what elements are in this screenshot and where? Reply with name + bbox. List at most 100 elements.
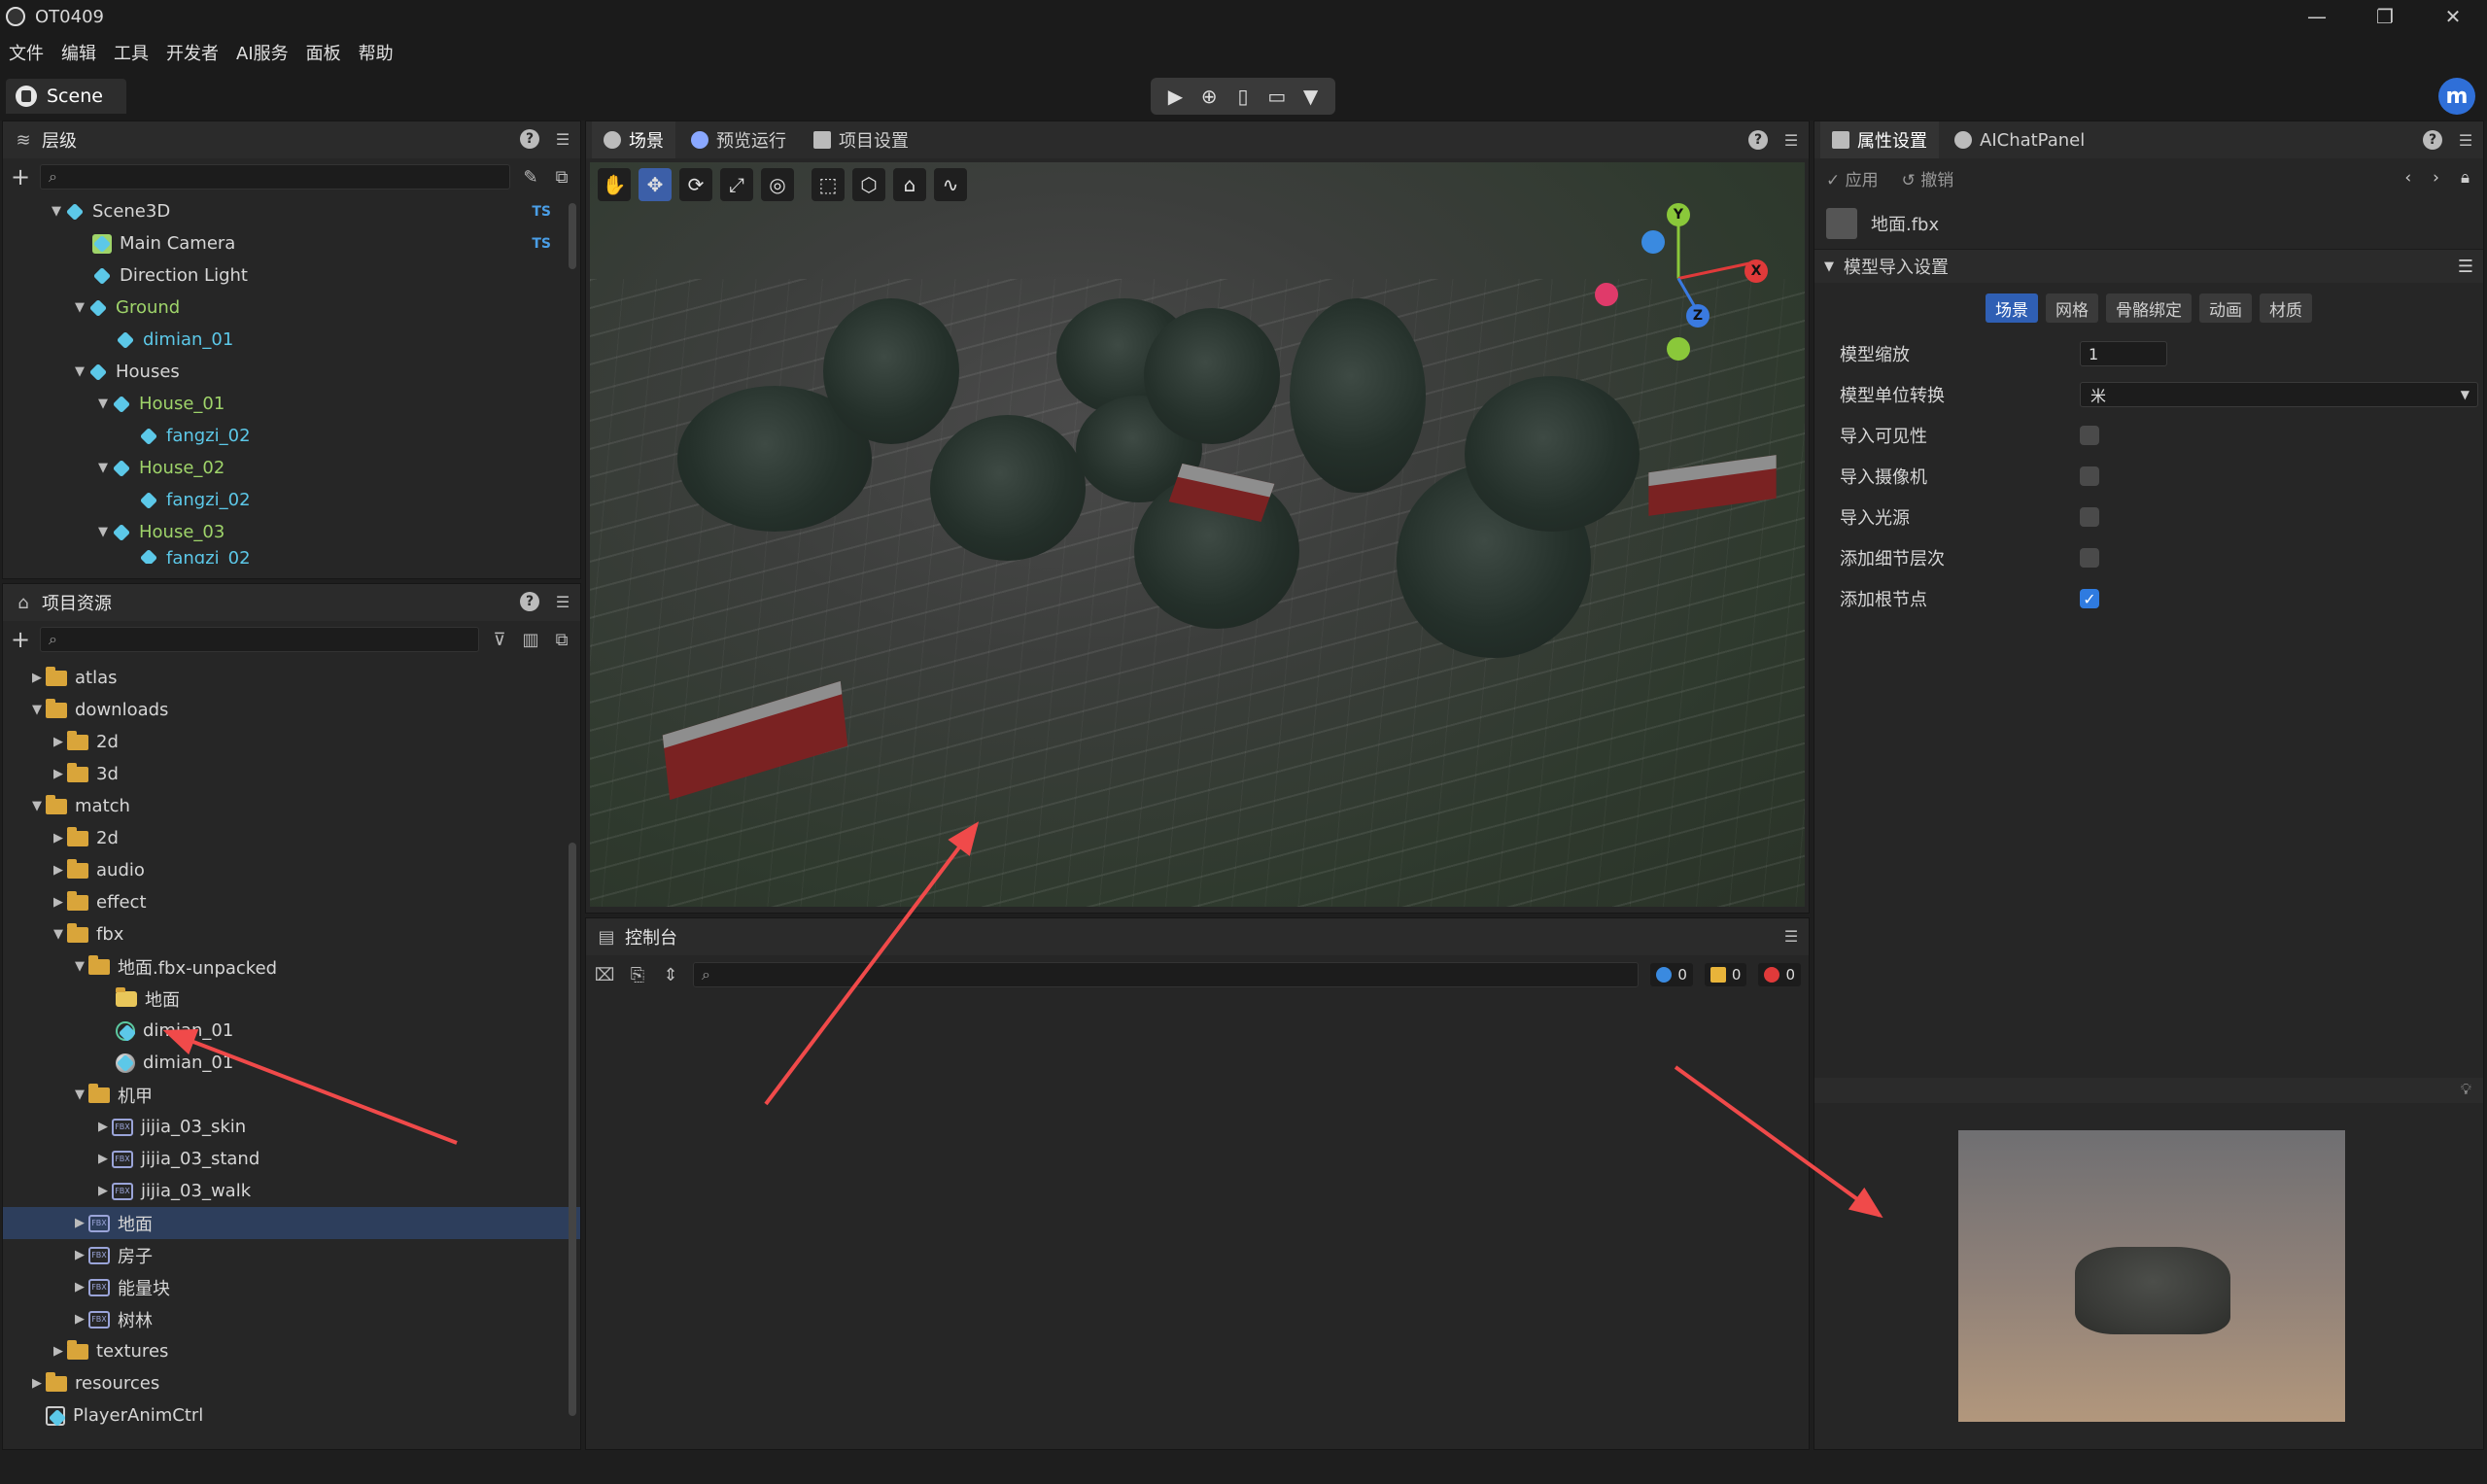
menu-developer[interactable]: 开发者 <box>157 40 227 65</box>
chevron-down-icon[interactable]: ▼ <box>94 397 112 411</box>
subtab-scene[interactable]: 场景 <box>1986 293 2038 323</box>
chevron-down-icon[interactable]: ▼ <box>1296 82 1326 111</box>
chevron-down-icon[interactable]: ▼ <box>28 703 46 717</box>
asset-folder-downloads[interactable]: ▼ downloads <box>3 694 580 726</box>
perspective-cube-icon[interactable]: ⬡ <box>852 168 885 201</box>
add-asset-button[interactable]: + <box>11 626 30 653</box>
asset-fbx-jijia-stand[interactable]: ▶ FBX jijia_03_stand <box>3 1143 580 1175</box>
help-icon[interactable]: ? <box>520 592 539 611</box>
menu-tools[interactable]: 工具 <box>105 40 157 65</box>
copy-icon[interactable]: ⎘ <box>627 964 648 985</box>
tree-node-direction-light[interactable]: Direction Light <box>3 259 580 292</box>
import-camera-checkbox[interactable] <box>2080 466 2099 486</box>
gizmo-y-axis[interactable]: Y <box>1667 203 1690 226</box>
menu-help[interactable]: 帮助 <box>350 40 402 65</box>
chevron-right-icon[interactable]: ▶ <box>28 1376 46 1391</box>
error-count-badge[interactable]: 0 <box>1758 963 1801 986</box>
local-space-icon[interactable]: ⬚ <box>812 168 845 201</box>
tree-node-house-01[interactable]: ▼ House_01 <box>3 388 580 420</box>
asset-fbx-forest[interactable]: ▶ FBX 树林 <box>3 1303 580 1335</box>
gizmo-z-axis[interactable]: Z <box>1686 304 1710 328</box>
split-view-icon[interactable]: ▥ <box>520 629 541 650</box>
gizmo-neg-z[interactable] <box>1641 230 1665 254</box>
model-preview[interactable] <box>1958 1130 2345 1422</box>
apply-button[interactable]: ✓ 应用 <box>1826 166 1879 190</box>
tree-node-main-camera[interactable]: Main Camera TS <box>3 227 580 259</box>
chevron-down-icon[interactable]: ▼ <box>50 927 67 942</box>
asset-folder-2d[interactable]: ▶ 2d <box>3 822 580 854</box>
rotate-icon[interactable]: ⟳ <box>679 168 712 201</box>
lock-icon[interactable]: 🔒︎ <box>2461 168 2470 188</box>
hierarchy-scrollbar[interactable] <box>569 203 576 269</box>
subtab-mesh[interactable]: 网格 <box>2046 293 2098 323</box>
asset-fbx-dimian-selected[interactable]: ▶ FBX 地面 <box>3 1207 580 1239</box>
play-icon[interactable]: ▶ <box>1160 82 1190 111</box>
tree-node-houses[interactable]: ▼ Houses <box>3 356 580 388</box>
chevron-right-icon[interactable]: ▶ <box>71 1248 88 1262</box>
chevron-right-icon[interactable]: ▶ <box>50 895 67 910</box>
maximize-button[interactable]: ❐ <box>2351 0 2419 33</box>
lightbulb-icon[interactable]: 💡︎ <box>2461 1080 2471 1099</box>
asset-fbx-jijia-walk[interactable]: ▶ FBX jijia_03_walk <box>3 1175 580 1207</box>
tree-node-fangzi[interactable]: fangzi_02 <box>3 548 580 564</box>
chevron-down-icon[interactable]: ▼ <box>71 959 88 974</box>
menu-icon[interactable]: ☰ <box>2458 257 2473 277</box>
chevron-right-icon[interactable]: ▶ <box>71 1216 88 1230</box>
import-light-checkbox[interactable] <box>2080 507 2099 527</box>
menu-panel[interactable]: 面板 <box>297 40 350 65</box>
menu-ai-service[interactable]: AI服务 <box>227 40 297 65</box>
chevron-right-icon[interactable]: ▶ <box>94 1184 112 1198</box>
tab-properties[interactable]: 属性设置 <box>1820 121 1939 158</box>
chevron-right-icon[interactable]: ▶ <box>50 735 67 749</box>
chevron-down-icon[interactable]: ▼ <box>94 461 112 475</box>
chevron-right-icon[interactable]: ▶ <box>50 831 67 846</box>
chevron-right-icon[interactable]: ▶ <box>50 767 67 781</box>
subtab-material[interactable]: 材质 <box>2260 293 2312 323</box>
chevron-right-icon[interactable]: ▶ <box>50 863 67 878</box>
asset-folder-effect[interactable]: ▶ effect <box>3 886 580 918</box>
asset-folder-textures[interactable]: ▶ textures <box>3 1335 580 1367</box>
gizmo-neg-y[interactable] <box>1667 337 1690 361</box>
chevron-down-icon[interactable]: ▼ <box>48 204 65 219</box>
chevron-right-icon[interactable]: ▶ <box>71 1312 88 1327</box>
subtab-rig[interactable]: 骨骼绑定 <box>2106 293 2192 323</box>
asset-folder-3d[interactable]: ▶ 3d <box>3 758 580 790</box>
chevron-right-icon[interactable]: › <box>2433 168 2439 188</box>
gizmo-x-axis[interactable]: X <box>1744 259 1768 283</box>
tab-project-settings[interactable]: 项目设置 <box>802 121 920 158</box>
tree-node-fangzi[interactable]: fangzi_02 <box>3 484 580 516</box>
collapse-icon[interactable]: ⧉ <box>551 629 572 650</box>
collapse-icon[interactable]: ⧉ <box>551 166 572 188</box>
hand-icon[interactable]: ✋ <box>598 168 631 201</box>
tree-node-scene3d[interactable]: ▼ Scene3D TS <box>3 195 580 227</box>
chevron-right-icon[interactable]: ▶ <box>50 1344 67 1359</box>
tab-preview[interactable]: 预览运行 <box>679 121 798 158</box>
tree-node-house-02[interactable]: ▼ House_02 <box>3 452 580 484</box>
asset-fbx-energy[interactable]: ▶ FBX 能量块 <box>3 1271 580 1303</box>
axis-gizmo[interactable]: Y X Z <box>1581 201 1776 366</box>
wrench-icon[interactable]: ✎ <box>520 166 541 188</box>
mobile-icon[interactable]: ▯ <box>1228 82 1258 111</box>
clear-icon[interactable]: ⌧ <box>594 964 615 985</box>
menu-icon[interactable]: ☰ <box>1781 130 1801 150</box>
import-settings-section[interactable]: ▼ 模型导入设置 ☰ <box>1814 250 2483 283</box>
help-icon[interactable]: ? <box>1748 130 1768 150</box>
menu-edit[interactable]: 编辑 <box>52 40 105 65</box>
help-icon[interactable]: ? <box>520 129 539 149</box>
asset-fbx-jijia-skin[interactable]: ▶ FBX jijia_03_skin <box>3 1111 580 1143</box>
asset-folder-atlas[interactable]: ▶ atlas <box>3 662 580 694</box>
chevron-down-icon[interactable]: ▼ <box>71 1087 88 1102</box>
asset-folder-fbx[interactable]: ▼ fbx <box>3 918 580 950</box>
asset-anim-controller[interactable]: PlayerAnimCtrl <box>3 1399 580 1432</box>
chevron-right-icon[interactable]: ▶ <box>94 1152 112 1166</box>
warn-count-badge[interactable]: 0 <box>1704 963 1747 986</box>
collapse-logs-icon[interactable]: ⇕ <box>660 964 681 985</box>
move-icon[interactable]: ✥ <box>639 168 672 201</box>
tab-ai-chat[interactable]: AIChatPanel <box>1943 121 2096 158</box>
scene-viewport[interactable]: ✋ ✥ ⟳ ⤢ ◎ ⬚ ⬡ ⌂ ∿ Y X Z <box>590 162 1805 907</box>
asset-mesh-dimian[interactable]: dimian_01 <box>3 1015 580 1047</box>
assets-scrollbar[interactable] <box>569 843 576 1416</box>
revert-button[interactable]: ↺ 撤销 <box>1902 166 1954 190</box>
menu-file[interactable]: 文件 <box>0 40 52 65</box>
menu-icon[interactable]: ☰ <box>1781 926 1801 946</box>
